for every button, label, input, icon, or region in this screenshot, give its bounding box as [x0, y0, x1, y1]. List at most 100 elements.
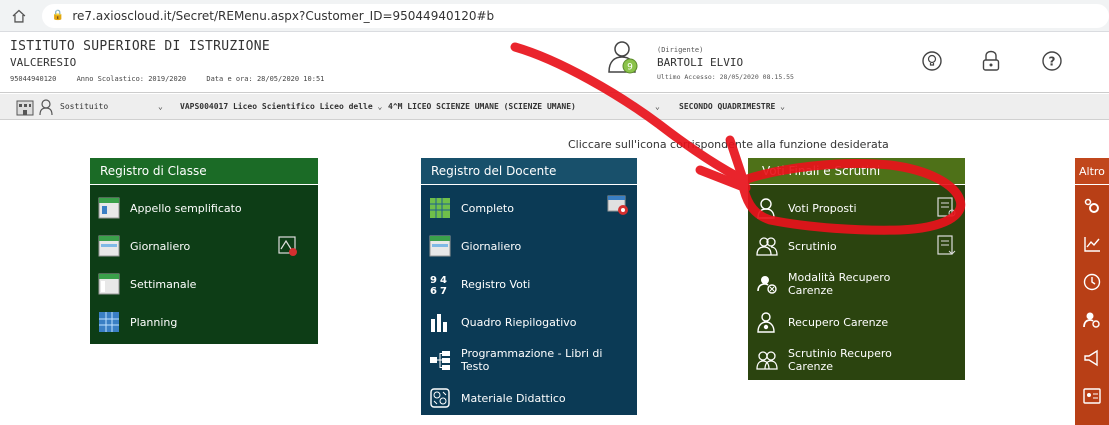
teaching-material-icon — [430, 388, 450, 408]
item-label: Giornaliero — [461, 239, 522, 253]
clock-icon[interactable] — [1083, 273, 1101, 291]
school-chevron-icon: ⌄ — [377, 102, 383, 111]
school-code: 95044940120 — [10, 75, 57, 83]
menu-item-modalita-recupero[interactable]: Modalità Recupero Carenze — [748, 266, 965, 302]
item-label: Modalità Recupero Carenze — [788, 271, 891, 297]
user-info: (Dirigente) BARTOLI ELVIO Ultimo Accesso… — [657, 46, 794, 81]
settings-gears-icon[interactable] — [1083, 197, 1101, 215]
school-year: Anno Scolastico: 2019/2020 — [76, 75, 187, 83]
calendar-day-icon — [429, 235, 451, 257]
building-icon[interactable] — [15, 97, 35, 117]
panel-registro-docente: Registro del Docente Completo Giornalier… — [421, 158, 637, 415]
calendar-alert-icon[interactable] — [607, 194, 629, 216]
chart-line-icon[interactable] — [1083, 235, 1101, 253]
svg-text:4: 4 — [440, 275, 447, 286]
menu-item-voti-proposti[interactable]: Voti Proposti — [748, 190, 965, 226]
item-label: Planning — [130, 315, 178, 329]
panel-title: Voti Finali e Scrutini — [748, 158, 965, 184]
menu-item-scrutinio[interactable]: Scrutinio — [748, 228, 965, 264]
item-label: Registro Voti — [461, 277, 531, 291]
item-label: Scrutinio Recupero Carenze — [788, 347, 892, 373]
panel-body — [1075, 185, 1109, 425]
item-label: Settimanale — [130, 277, 197, 291]
help-icon[interactable]: ? — [1041, 50, 1063, 72]
planning-grid-icon — [99, 312, 119, 332]
school-select[interactable]: VAPS004017 Liceo Scientifico Liceo delle… — [180, 102, 382, 111]
menu-item-appello[interactable]: Appello semplificato — [90, 190, 318, 226]
users-group-icon — [756, 351, 778, 370]
panel-body: Appello semplificato Giornaliero Settima… — [90, 185, 318, 344]
school-meta: 95044940120 Anno Scolastico: 2019/2020 D… — [10, 75, 340, 83]
period-select[interactable]: SECONDO QUADRIMESTRE ⌄ — [679, 102, 785, 111]
signature-alert-icon[interactable] — [277, 235, 299, 257]
user-name: BARTOLI ELVIO — [657, 56, 744, 69]
lightbulb-icon[interactable] — [921, 50, 943, 72]
bar-chart-icon — [431, 314, 447, 332]
school-info: ISTITUTO SUPERIORE DI ISTRUZIONE VALCERE… — [10, 39, 340, 83]
menu-item-planning[interactable]: Planning — [90, 304, 318, 340]
item-label: Quadro Riepilogativo — [461, 315, 577, 329]
structure-tree-icon — [430, 351, 450, 370]
menu-item-settimanale[interactable]: Settimanale — [90, 266, 318, 302]
panel-registro-classe: Registro di Classe Appello semplificato … — [90, 158, 318, 344]
menu-item-giornaliero-classe[interactable]: Giornaliero — [90, 228, 318, 264]
grades-icon: 9 46 7 — [430, 275, 447, 295]
period-chevron-icon: ⌄ — [780, 102, 785, 111]
panel-title: Altro — [1075, 158, 1109, 184]
user-edit-icon — [757, 312, 775, 333]
lock-icon: 🔒 — [51, 10, 65, 21]
item-label: Recupero Carenze — [788, 315, 889, 329]
item-label: Materiale Didattico — [461, 391, 566, 405]
attendance-icon — [98, 197, 120, 219]
svg-text:9: 9 — [430, 275, 437, 286]
item-label: Scrutinio — [788, 239, 837, 253]
menu-item-scrutinio-recupero[interactable]: Scrutinio Recupero Carenze — [748, 342, 965, 378]
panel-voti-finali: Voti Finali e Scrutini Voti Proposti Scr… — [748, 158, 965, 380]
home-icon[interactable] — [12, 9, 26, 23]
svg-text:?: ? — [1049, 55, 1056, 69]
school-name: ISTITUTO SUPERIORE DI ISTRUZIONE — [10, 39, 271, 54]
selection-toolbar: Sostituito ⌄ VAPS004017 Liceo Scientific… — [0, 94, 1109, 120]
url-field[interactable]: 🔒 re7.axioscloud.it/Secret/REMenu.aspx?C… — [41, 3, 1109, 28]
svg-text:6: 6 — [430, 286, 437, 295]
menu-item-materiale[interactable]: Materiale Didattico — [421, 380, 637, 416]
item-label: Voti Proposti — [788, 201, 857, 215]
user-icon — [757, 198, 775, 219]
document-download-icon[interactable] — [936, 235, 958, 257]
menu-item-recupero-carenze[interactable]: Recupero Carenze — [748, 304, 965, 340]
class-chevron-icon[interactable]: ⌄ — [655, 102, 660, 111]
class-select[interactable]: 4^M LICEO SCIENZE UMANE (SCIENZE UMANE) — [388, 102, 576, 111]
menu-item-giornaliero-docente[interactable]: Giornaliero — [421, 228, 637, 264]
menu-item-programmazione[interactable]: Programmazione - Libri di Testo — [421, 342, 637, 378]
user-role: (Dirigente) — [657, 46, 704, 54]
panel-title: Registro del Docente — [421, 158, 637, 184]
user-badge: 9 — [627, 63, 633, 73]
app-header: ISTITUTO SUPERIORE DI ISTRUZIONE VALCERE… — [0, 33, 1109, 93]
sostituito-label: Sostituito — [60, 102, 109, 111]
calendar-week-icon — [98, 273, 120, 295]
menu-item-completo[interactable]: Completo — [421, 190, 637, 226]
user-search-icon[interactable] — [1083, 311, 1101, 329]
panel-body: Voti Proposti Scrutinio Modalità Recuper… — [748, 185, 965, 380]
sostituito-chevron-icon[interactable]: ⌄ — [158, 102, 163, 111]
url-text: re7.axioscloud.it/Secret/REMenu.aspx?Cus… — [72, 8, 495, 23]
megaphone-icon[interactable] — [1083, 349, 1101, 367]
lock-icon[interactable] — [980, 50, 1002, 72]
grid-register-icon — [430, 198, 450, 218]
menu-item-quadro[interactable]: Quadro Riepilogativo — [421, 304, 637, 340]
panel-altro: Altro — [1075, 158, 1109, 425]
users-icon — [756, 237, 778, 256]
item-label: Giornaliero — [130, 239, 191, 253]
substitute-user-icon[interactable] — [39, 98, 57, 116]
user-avatar-icon[interactable]: 9 — [606, 39, 642, 75]
id-card-icon[interactable] — [1083, 387, 1101, 405]
item-label: Appello semplificato — [130, 201, 242, 215]
current-datetime: Data e ora: 28/05/2020 10:51 — [206, 75, 325, 83]
user-settings-icon — [757, 276, 777, 294]
school-subtitle: VALCERESIO — [10, 56, 77, 69]
document-users-icon[interactable] — [936, 197, 958, 219]
svg-text:7: 7 — [440, 286, 447, 295]
menu-item-registro-voti[interactable]: 9467 Registro Voti — [421, 266, 637, 302]
panel-title: Registro di Classe — [90, 158, 318, 184]
last-access: Ultimo Accesso: 28/05/2020 08.15.55 — [657, 73, 794, 81]
